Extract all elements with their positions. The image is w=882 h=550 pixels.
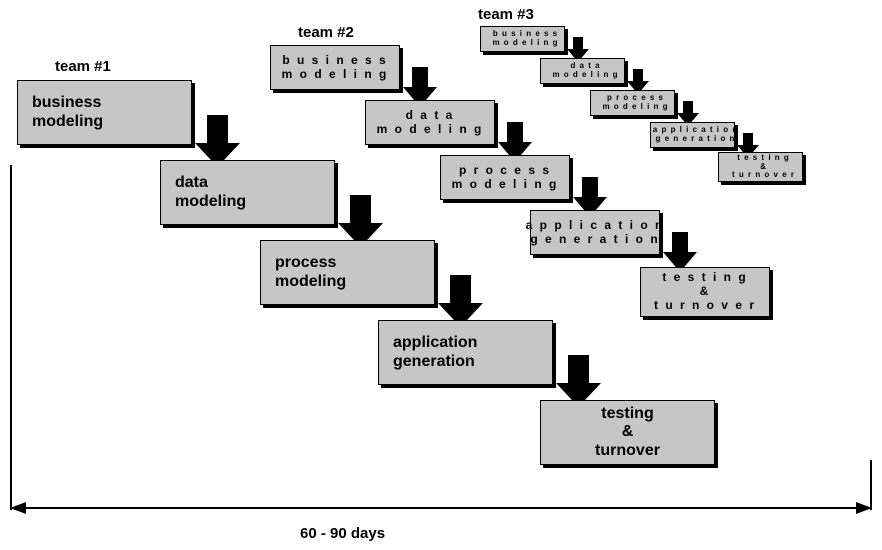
t3-data-box: d a t a m o d e l i n g xyxy=(540,58,625,84)
t1-application-box: application generation xyxy=(378,320,553,385)
phase-text: data modeling xyxy=(175,174,246,211)
phase-text: d a t a m o d e l i n g xyxy=(377,109,484,137)
phase-text: b u s i n e s s m o d e l i n g xyxy=(282,54,389,82)
team1-label: team #1 xyxy=(55,58,111,75)
timeline-arrow xyxy=(10,499,872,522)
phase-text: process modeling xyxy=(275,254,346,291)
t1-process-box: process modeling xyxy=(260,240,435,305)
phase-text: application generation xyxy=(393,334,477,371)
t3-testing-box: t e s t i n g & t u r n o v e r xyxy=(718,152,803,182)
team3-label: team #3 xyxy=(478,6,534,23)
phase-text: d a t a m o d e l i n g xyxy=(552,62,618,80)
phase-text: business modeling xyxy=(32,94,103,131)
t1-testing-box: testing & turnover xyxy=(540,400,715,465)
t2-testing-box: t e s t i n g & t u r n o v e r xyxy=(640,267,770,317)
phase-text: t e s t i n g & t u r n o v e r xyxy=(732,154,795,180)
phase-text: testing & turnover xyxy=(595,405,660,460)
rad-model-diagram: team #1 team #2 team #3 business modelin… xyxy=(0,0,882,550)
phase-text: a p p l i c a t i o n g e n e r a t i o … xyxy=(526,219,665,247)
t2-process-box: p r o c e s s m o d e l i n g xyxy=(440,155,570,200)
t3-business-box: b u s i n e s s m o d e l i n g xyxy=(480,26,565,52)
phase-text: a p p l i c a t i o n g e n e r a t i o … xyxy=(653,126,738,144)
timeline-start-tick xyxy=(10,165,12,510)
phase-text: b u s i n e s s m o d e l i n g xyxy=(492,30,558,48)
phase-text: p r o c e s s m o d e l i n g xyxy=(452,164,559,192)
t3-application-box: a p p l i c a t i o n g e n e r a t i o … xyxy=(650,122,735,148)
timeline-label: 60 - 90 days xyxy=(300,525,385,542)
t2-business-box: b u s i n e s s m o d e l i n g xyxy=(270,45,400,90)
phase-text: t e s t i n g & t u r n o v e r xyxy=(654,271,756,312)
t3-process-box: p r o c e s s m o d e l i n g xyxy=(590,90,675,116)
team2-label: team #2 xyxy=(298,24,354,41)
t2-application-box: a p p l i c a t i o n g e n e r a t i o … xyxy=(530,210,660,255)
t1-data-box: data modeling xyxy=(160,160,335,225)
t2-data-box: d a t a m o d e l i n g xyxy=(365,100,495,145)
phase-text: p r o c e s s m o d e l i n g xyxy=(602,94,668,112)
t1-business-box: business modeling xyxy=(17,80,192,145)
